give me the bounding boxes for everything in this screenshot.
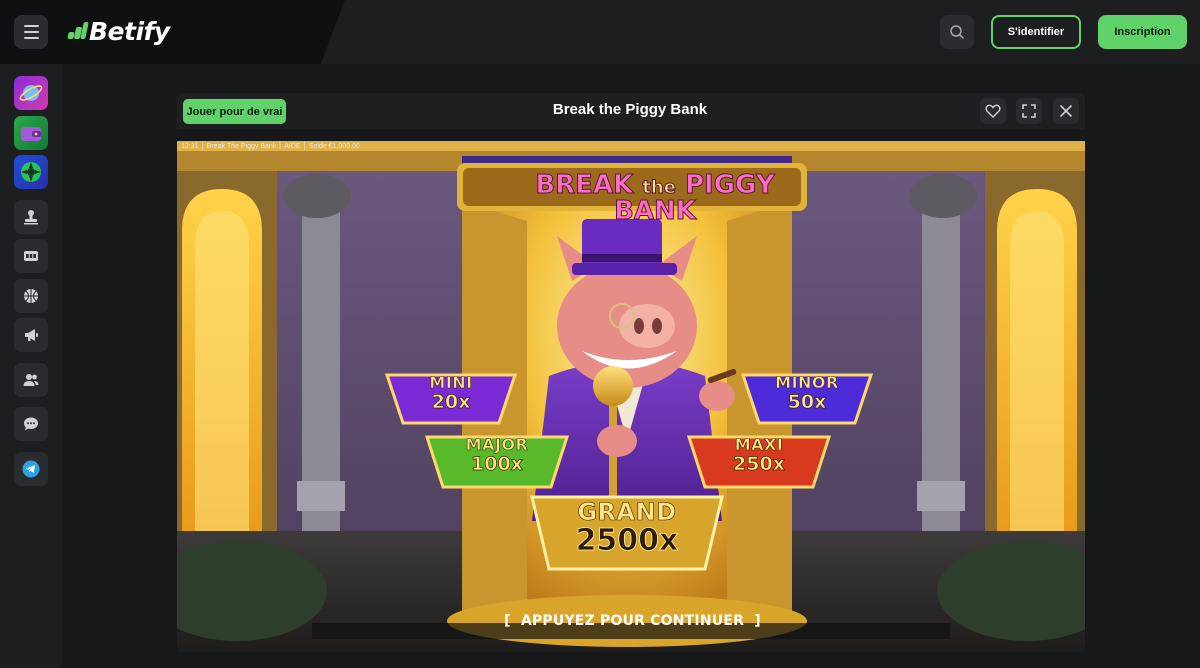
stamp-icon xyxy=(24,210,38,225)
continue-prompt[interactable]: [ APPUYEZ POUR CONTINUER ] xyxy=(490,613,775,629)
chat-icon xyxy=(24,417,38,431)
jackpot-mini-value: 20x xyxy=(431,391,471,413)
sidebar-item-lottery[interactable] xyxy=(14,200,48,234)
jackpot-major-name: MAJOR xyxy=(465,435,529,454)
jackpot-maxi-value: 250x xyxy=(733,453,786,475)
game-info-strip: 13:31 │ Break The Piggy Bank │ AIDE │ So… xyxy=(181,143,360,150)
top-bar: Betify S'identifier Inscription xyxy=(0,0,1200,64)
bracket-right-icon: ] xyxy=(754,613,761,629)
game-logo-piggy-bank: PIGGY BANK xyxy=(614,170,776,226)
close-icon xyxy=(1060,105,1072,117)
jackpot-maxi: MAXI 250x xyxy=(689,435,829,475)
sidebar-item-slots[interactable] xyxy=(14,239,48,273)
play-for-real-button[interactable]: Jouer pour de vrai xyxy=(183,99,286,124)
brand-name: Betify xyxy=(89,16,170,46)
menu-line xyxy=(23,25,39,27)
sidebar-item-casino-promo[interactable] xyxy=(14,76,48,110)
jackpot-major: MAJOR 100x xyxy=(427,435,567,475)
sidebar-item-referral[interactable] xyxy=(14,363,48,397)
signup-button[interactable]: Inscription xyxy=(1098,15,1187,49)
basketball-icon xyxy=(24,289,38,303)
sidebar-item-sports[interactable] xyxy=(14,279,48,313)
game-info-name: Break The Piggy Bank xyxy=(206,143,277,150)
jackpot-maxi-name: MAXI xyxy=(734,435,784,454)
jackpot-mini: MINI 20x xyxy=(387,373,515,413)
game-logo-the: the xyxy=(642,177,677,198)
jackpot-major-value: 100x xyxy=(471,453,524,475)
jackpot-minor-name: MINOR xyxy=(775,373,839,392)
sidebar-item-promotions[interactable] xyxy=(14,318,48,352)
slot-machine-icon xyxy=(24,251,38,261)
megaphone-icon xyxy=(25,329,38,341)
balance-display: Solde €1,000.00 xyxy=(308,143,360,150)
sidebar-item-telegram[interactable] xyxy=(14,452,48,486)
search-button[interactable] xyxy=(940,15,974,49)
search-icon xyxy=(950,25,964,39)
sidebar-item-wallet-promo[interactable] xyxy=(14,116,48,150)
fullscreen-button[interactable] xyxy=(1016,98,1042,124)
game-logo: BREAK the PIGGY BANK xyxy=(505,170,805,226)
expand-icon xyxy=(1022,104,1036,118)
hamburger-menu-button[interactable] xyxy=(14,15,48,49)
login-button[interactable]: S'identifier xyxy=(991,15,1081,49)
logo-mark-icon xyxy=(66,21,89,41)
jackpot-grand: GRAND 2500x xyxy=(532,500,722,556)
wheel-promo-thumb-icon xyxy=(14,155,48,189)
game-title: Break the Piggy Bank xyxy=(552,101,708,118)
jackpot-minor: MINOR 50x xyxy=(743,373,871,413)
favorite-button[interactable] xyxy=(980,98,1006,124)
jackpot-grand-value: 2500x xyxy=(575,523,679,558)
wallet-promo-thumb-icon xyxy=(14,116,48,150)
casino-promo-thumb-icon xyxy=(14,76,48,110)
close-game-button[interactable] xyxy=(1053,98,1079,124)
brand-area xyxy=(0,0,345,64)
menu-line xyxy=(23,37,39,39)
help-link[interactable]: AIDE xyxy=(284,143,300,150)
jackpot-minor-value: 50x xyxy=(787,391,827,413)
continue-label: APPUYEZ POUR CONTINUER xyxy=(520,613,745,629)
menu-line xyxy=(23,31,39,33)
bracket-left-icon: [ xyxy=(504,613,511,629)
game-clock: 13:31 xyxy=(181,143,199,150)
heart-icon xyxy=(985,104,1001,118)
sidebar-item-wheel-promo[interactable] xyxy=(14,155,48,189)
telegram-icon xyxy=(22,460,40,478)
jackpot-grand-name: GRAND xyxy=(577,498,677,526)
betify-logo[interactable]: Betify xyxy=(66,14,170,48)
sidebar xyxy=(0,64,62,668)
users-icon xyxy=(23,374,39,386)
sidebar-item-live-chat[interactable] xyxy=(14,407,48,441)
jackpot-mini-name: MINI xyxy=(429,373,473,392)
